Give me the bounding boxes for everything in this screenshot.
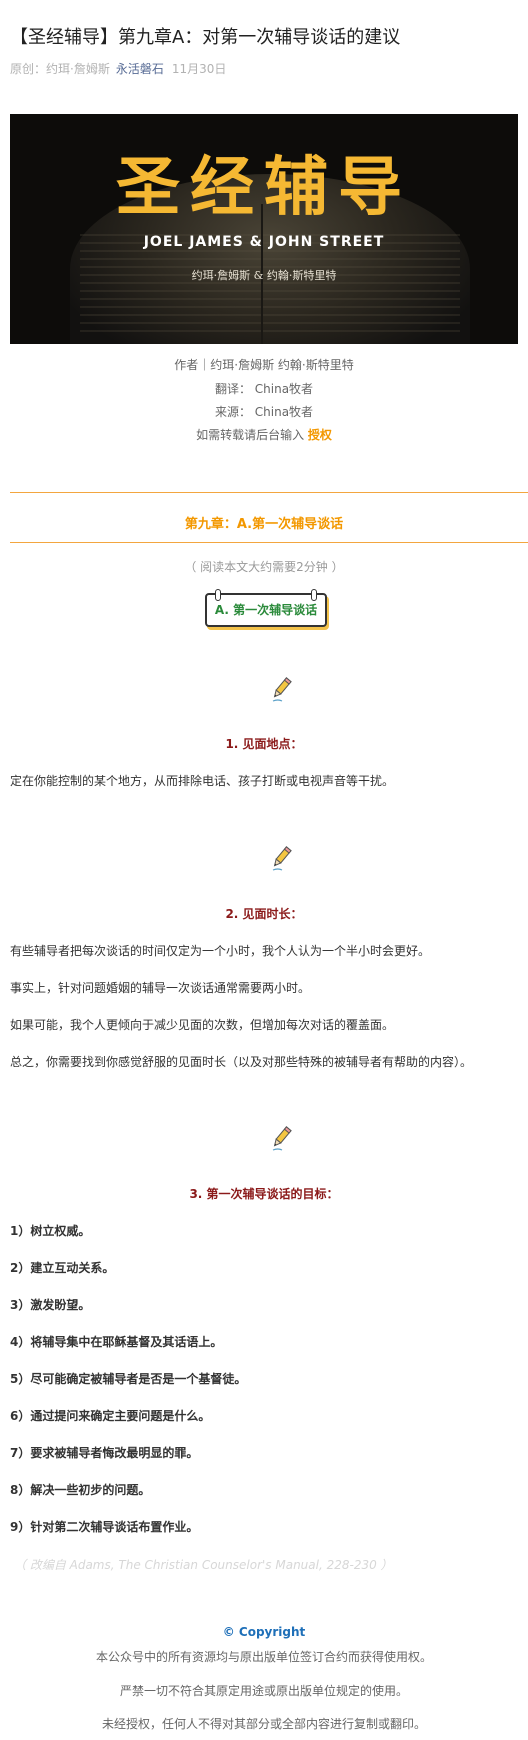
reprint-prefix: 如需转载请后台输入 <box>196 428 305 442</box>
section-1-paragraph: 定在你能控制的某个地方，从而排除电话、孩子打断或电视声音等干扰。 <box>10 774 395 788</box>
section-label: A. 第一次辅导谈话 <box>214 603 318 617</box>
reprint-keyword: 授权 <box>307 428 332 442</box>
goal-list-item: 9）针对第二次辅导谈话布置作业。 <box>10 1520 199 1534</box>
banner-authors-en: JOEL JAMES & JOHN STREET <box>143 234 385 250</box>
goal-list-item: 7）要求被辅导者悔改最明显的罪。 <box>10 1446 199 1460</box>
goal-list-item: 2）建立互动关系。 <box>10 1261 115 1275</box>
goal-list-item: 3）激发盼望。 <box>10 1298 91 1312</box>
credit-author: 作者｜约珥·詹姆斯 约翰·斯特里特 <box>174 358 354 372</box>
copyright-line: 严禁一切不符合其原定用途或原出版单位规定的使用。 <box>119 1684 408 1698</box>
goal-list-item: 6）通过提问来确定主要问题是什么。 <box>10 1409 211 1423</box>
chapter-title: 第九章：A.第一次辅导谈话 <box>184 517 344 532</box>
copyright-heading: © Copyright <box>222 1625 306 1639</box>
credit-source: 来源： China牧者 <box>214 405 314 419</box>
section-2-paragraph: 如果可能，我个人更倾向于减少见面的次数，但增加每次对话的覆盖面。 <box>10 1018 395 1032</box>
divider-top <box>10 492 528 493</box>
section-2-paragraph: 有些辅导者把每次谈话的时间仅定为一个小时，我个人认为一个半小时会更好。 <box>10 944 431 958</box>
article-meta: 原创：约珥·詹姆斯 永活磐石 11月30日 <box>10 60 226 77</box>
banner-title: 圣经辅导 <box>116 151 412 225</box>
cover-banner: 圣经辅导 JOEL JAMES & JOHN STREET 约珥·詹姆斯 & 约… <box>10 114 518 344</box>
section-2-heading: 2. 见面时长： <box>225 907 303 921</box>
article-page: 【圣经辅导】第九章A：对第一次辅导谈话的建议 原创：约珥·詹姆斯 永活磐石 11月3… <box>0 0 528 1740</box>
clip-icon <box>215 589 221 601</box>
copyright-line: 本公众号中的所有资源均与原出版单位签订合约而获得使用权。 <box>95 1650 432 1664</box>
copyright-line: 未经授权，任何人不得对其部分或全部内容进行复制或翻印。 <box>101 1717 426 1731</box>
goal-list-item: 5）尽可能确定被辅导者是否是一个基督徒。 <box>10 1372 247 1386</box>
meta-origin: 原创：约珥·詹姆斯 <box>10 62 110 76</box>
section-1-heading: 1. 见面地点： <box>225 737 303 751</box>
section-label-box: A. 第一次辅导谈话 <box>205 589 327 627</box>
meta-date: 11月30日 <box>171 62 227 76</box>
section-3-heading: 3. 第一次辅导谈话的目标： <box>189 1187 339 1201</box>
read-time: （ 阅读本文大约需要2分钟 ） <box>184 560 344 574</box>
pencil-icon <box>272 846 292 871</box>
goal-list-item: 1）树立权威。 <box>10 1224 91 1238</box>
article-title: 【圣经辅导】第九章A：对第一次辅导谈话的建议 <box>10 27 401 48</box>
credit-translator: 翻译： China牧者 <box>214 382 314 396</box>
pencil-icon <box>272 1126 292 1151</box>
source-citation: （ 改编自 Adams, The Christian Counselor's M… <box>14 1558 393 1572</box>
divider-bottom <box>10 542 528 543</box>
pencil-icon <box>272 677 292 702</box>
section-2-paragraph: 总之，你需要找到你感觉舒服的见面时长（以及对那些特殊的被辅导者有帮助的内容）。 <box>10 1055 473 1069</box>
goal-list-item: 8）解决一些初步的问题。 <box>10 1483 151 1497</box>
reprint-note: 如需转载请后台输入 授权 <box>0 426 528 443</box>
clip-icon <box>311 589 317 601</box>
banner-authors-cn: 约珥·詹姆斯 & 约翰·斯特里特 <box>191 269 337 282</box>
account-link[interactable]: 永活磐石 <box>116 62 164 76</box>
goal-list-item: 4）将辅导集中在耶稣基督及其话语上。 <box>10 1335 223 1349</box>
section-2-paragraph: 事实上，针对问题婚姻的辅导一次谈话通常需要两小时。 <box>10 981 311 995</box>
